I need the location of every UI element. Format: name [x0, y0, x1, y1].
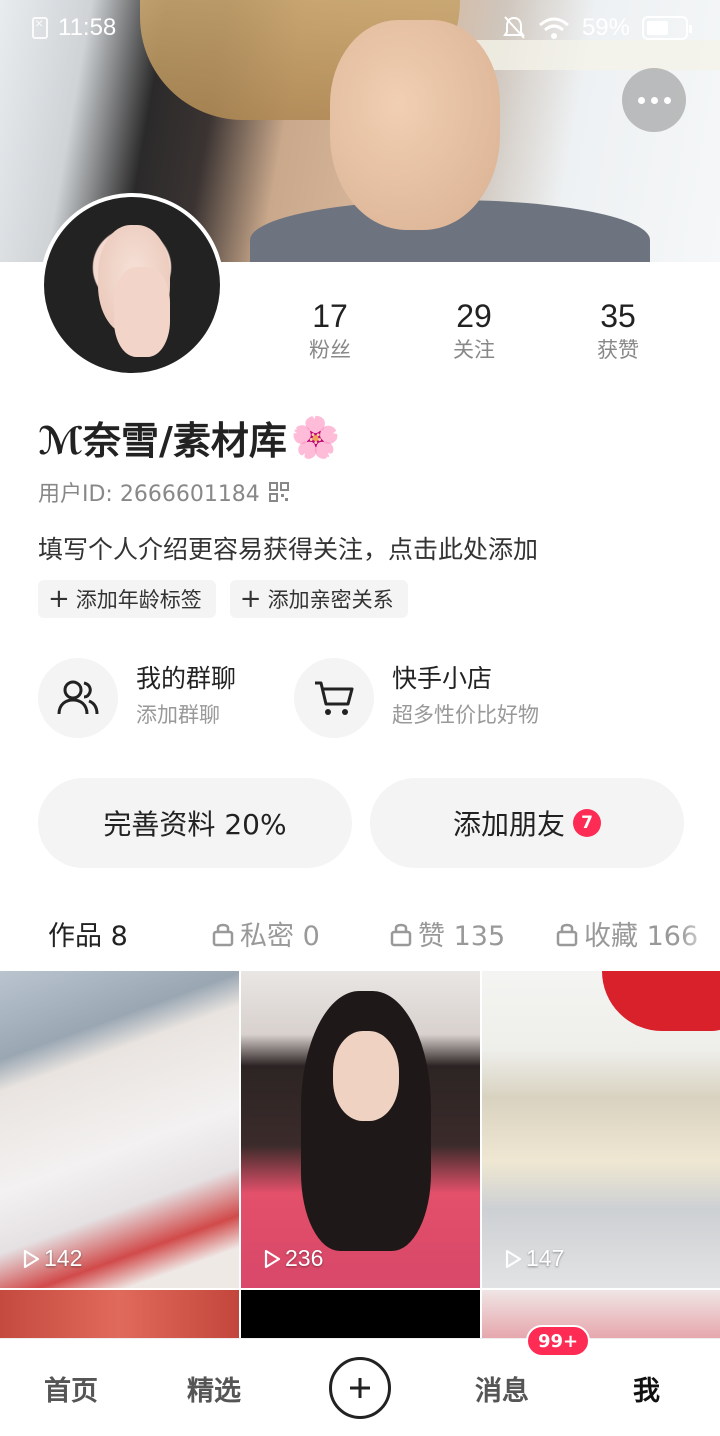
profile-tags: + 添加年龄标签 + 添加亲密关系: [38, 580, 408, 618]
more-options-button[interactable]: [622, 68, 686, 132]
thumbnail-figure-face: [333, 1031, 399, 1121]
sakura-emoji-icon: 🌸: [290, 415, 341, 461]
play-icon: [264, 1249, 281, 1268]
video-thumbnail[interactable]: 142: [0, 971, 239, 1288]
more-dot: [663, 96, 671, 104]
play-count-value: 142: [44, 1245, 83, 1271]
mute-icon: [503, 16, 525, 39]
video-thumbnail[interactable]: [241, 1290, 480, 1338]
play-icon: [23, 1249, 40, 1268]
nav-messages[interactable]: 消息: [475, 1369, 529, 1408]
video-thumbnail[interactable]: [0, 1290, 239, 1338]
create-post-button[interactable]: [329, 1357, 391, 1419]
sim-off-icon: [32, 15, 48, 39]
plus-icon: +: [239, 584, 262, 614]
video-thumbnail[interactable]: [482, 1290, 720, 1338]
avatar[interactable]: [40, 193, 224, 377]
user-id-text: 用户ID: 2666601184: [38, 482, 260, 507]
profile-actions: 完善资料 20% 添加朋友 7: [38, 778, 684, 868]
tab-label: 收藏 166: [584, 921, 699, 952]
nickname-text: ℳ奈雪/素材库: [38, 419, 287, 463]
battery-level-fill: [647, 21, 669, 35]
nav-featured[interactable]: 精选: [187, 1369, 241, 1408]
tab-works[interactable]: 作品 8: [48, 914, 128, 953]
profile-stats: 17 粉丝 29 关注 35 获赞: [258, 296, 690, 364]
play-count: 142: [22, 1245, 82, 1272]
stat-label: 粉丝: [309, 338, 351, 362]
content-tabs: 作品 8 私密 0 赞 135 收藏 166: [0, 900, 720, 968]
tab-likes[interactable]: 赞 135: [390, 914, 505, 953]
lock-icon: [556, 923, 578, 946]
stat-likes[interactable]: 35 获赞: [546, 296, 690, 364]
play-count-value: 236: [285, 1245, 324, 1271]
thumbnail-figure: [301, 991, 431, 1251]
tab-private[interactable]: 私密 0: [212, 914, 320, 953]
profile-nickname[interactable]: ℳ奈雪/素材库 🌸: [38, 410, 341, 465]
shopping-cart-icon: [294, 658, 374, 738]
tag-label: 添加亲密关系: [267, 588, 394, 612]
stat-value: 17: [312, 298, 348, 334]
tab-favorites[interactable]: 收藏 166: [556, 914, 720, 953]
add-friends-button[interactable]: 添加朋友 7: [370, 778, 684, 868]
stat-label: 关注: [453, 338, 495, 362]
play-count-value: 147: [526, 1245, 565, 1271]
feature-shop[interactable]: 快手小店 超多性价比好物: [294, 658, 550, 738]
add-friends-badge: 7: [573, 809, 601, 837]
feature-shortcuts: 我的群聊 添加群聊 快手小店 超多性价比好物: [38, 658, 550, 738]
message-badge: 99+: [526, 1325, 591, 1357]
nav-me[interactable]: 我: [633, 1369, 660, 1408]
plus-icon: +: [48, 584, 70, 614]
feature-title: 快手小店: [392, 664, 493, 693]
battery-icon: [642, 16, 692, 40]
lock-icon: [390, 923, 412, 946]
add-friends-label: 添加朋友: [452, 808, 565, 841]
user-id[interactable]: 用户ID: 2666601184: [38, 476, 290, 508]
stat-label: 获赞: [597, 338, 639, 362]
bottom-navigation: 首页 精选 消息 99+ 我: [0, 1325, 720, 1436]
intro-prompt[interactable]: 填写个人介绍更容易获得关注，点击此处添加: [38, 530, 538, 566]
play-icon: [505, 1249, 522, 1268]
status-right-icons: 59%: [502, 14, 692, 42]
group-chat-icon: [38, 658, 118, 738]
feature-text: 快手小店 超多性价比好物: [392, 662, 539, 734]
tab-label: 作品 8: [48, 921, 128, 952]
feature-title: 我的群聊: [136, 664, 237, 693]
tag-label: 添加年龄标签: [75, 588, 202, 612]
video-thumbnail[interactable]: 147: [482, 971, 720, 1288]
more-dot: [650, 96, 658, 104]
plus-icon: [350, 1378, 370, 1398]
lock-icon: [212, 923, 234, 946]
stat-value: 35: [600, 298, 636, 334]
tab-label: 私密 0: [240, 921, 320, 952]
stat-following[interactable]: 29 关注: [402, 296, 546, 364]
stat-value: 29: [456, 298, 492, 334]
video-thumbnail[interactable]: 236: [241, 971, 480, 1288]
stat-followers[interactable]: 17 粉丝: [258, 296, 402, 364]
complete-profile-button[interactable]: 完善资料 20%: [38, 778, 352, 868]
more-horizontal-icon: [637, 96, 645, 104]
nav-home[interactable]: 首页: [44, 1369, 98, 1408]
battery-percent: 59%: [581, 14, 630, 41]
feature-text: 我的群聊 添加群聊: [136, 662, 236, 734]
status-bar: 11:58 59%: [0, 0, 720, 56]
feature-subtitle: 超多性价比好物: [392, 703, 539, 727]
feature-group-chat[interactable]: 我的群聊 添加群聊: [38, 658, 294, 738]
tab-label: 赞 135: [418, 921, 506, 952]
play-count: 236: [263, 1245, 323, 1272]
add-age-tag-button[interactable]: + 添加年龄标签: [38, 580, 216, 618]
add-relationship-button[interactable]: + 添加亲密关系: [229, 580, 408, 618]
wifi-icon: [538, 17, 569, 39]
qr-code-icon[interactable]: [268, 481, 290, 503]
thumbnail-figure-arm: [602, 971, 720, 1031]
status-time: 11:58: [58, 14, 117, 41]
play-count: 147: [504, 1245, 564, 1272]
feature-subtitle: 添加群聊: [136, 703, 220, 727]
avatar-hand: [114, 267, 170, 357]
video-grid: 142 236 147: [0, 971, 720, 1338]
complete-profile-label: 完善资料 20%: [103, 808, 287, 841]
